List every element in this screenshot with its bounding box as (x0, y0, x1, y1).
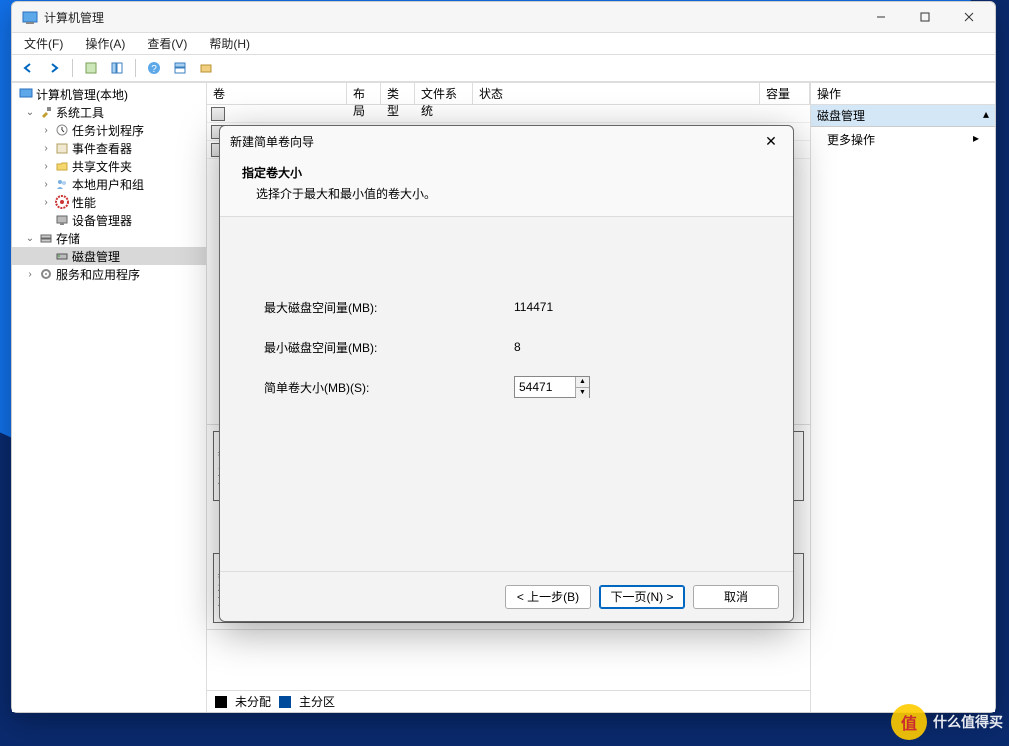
view2-icon[interactable] (105, 57, 129, 79)
chevron-down-icon[interactable]: ⌄ (24, 233, 36, 244)
col-filesystem[interactable]: 文件系统 (415, 83, 473, 104)
chevron-right-icon[interactable]: › (24, 269, 36, 280)
legend-unallocated-swatch (215, 696, 227, 708)
forward-icon[interactable] (42, 57, 66, 79)
tree-disk-management[interactable]: 磁盘管理 (12, 247, 206, 265)
close-button[interactable] (947, 3, 991, 31)
legend-primary: 主分区 (299, 693, 335, 710)
menu-help[interactable]: 帮助(H) (205, 33, 254, 54)
col-status[interactable]: 状态 (473, 83, 760, 104)
cancel-button[interactable]: 取消 (693, 585, 779, 609)
actions-more[interactable]: 更多操作 ▸ (811, 127, 995, 152)
grid-header: 卷 布局 类型 文件系统 状态 容量 (207, 83, 810, 105)
tree-services[interactable]: › 服务和应用程序 (12, 265, 206, 283)
folder-share-icon (54, 158, 70, 174)
users-icon (54, 176, 70, 192)
storage-icon (38, 230, 54, 246)
window-title: 计算机管理 (44, 9, 104, 26)
view3-icon[interactable] (168, 57, 192, 79)
performance-icon (54, 194, 70, 210)
wizard-dialog: 新建简单卷向导 ✕ 指定卷大小 选择介于最大和最小值的卷大小。 最大磁盘空间量(… (219, 125, 794, 622)
triangle-right-icon: ▸ (973, 131, 979, 148)
chevron-right-icon[interactable]: › (40, 179, 52, 190)
min-space-value: 8 (514, 340, 521, 354)
dialog-body: 最大磁盘空间量(MB): 114471 最小磁盘空间量(MB): 8 简单卷大小… (220, 216, 793, 571)
tree-local-users[interactable]: › 本地用户和组 (12, 175, 206, 193)
tree-panel: 计算机管理(本地) ⌄ 系统工具 › 任务计划程序 › 事件查看器 › 共享文件… (12, 83, 207, 712)
tree-root[interactable]: 计算机管理(本地) (12, 85, 206, 103)
triangle-up-icon: ▴ (983, 107, 989, 124)
volume-size-label: 简单卷大小(MB)(S): (264, 379, 514, 396)
dialog-footer: < 上一步(B) 下一页(N) > 取消 (220, 571, 793, 621)
chevron-down-icon[interactable]: ⌄ (24, 107, 36, 118)
volume-size-spinner: ▲ ▼ (514, 376, 590, 398)
dialog-header: 指定卷大小 选择介于最大和最小值的卷大小。 (220, 156, 793, 216)
back-icon[interactable] (16, 57, 40, 79)
max-space-label: 最大磁盘空间量(MB): (264, 299, 514, 316)
tree-performance[interactable]: › 性能 (12, 193, 206, 211)
dialog-heading: 指定卷大小 (242, 164, 771, 181)
actions-panel: 操作 磁盘管理 ▴ 更多操作 ▸ (810, 83, 995, 712)
minimize-button[interactable] (859, 3, 903, 31)
view1-icon[interactable] (79, 57, 103, 79)
menubar: 文件(F) 操作(A) 查看(V) 帮助(H) (12, 32, 995, 54)
dialog-close-button[interactable]: ✕ (759, 133, 783, 150)
menu-file[interactable]: 文件(F) (20, 33, 67, 54)
tree-task-scheduler[interactable]: › 任务计划程序 (12, 121, 206, 139)
titlebar: 计算机管理 (12, 2, 995, 32)
tree-shared-folders[interactable]: › 共享文件夹 (12, 157, 206, 175)
chevron-right-icon[interactable]: › (40, 197, 52, 208)
dialog-titlebar: 新建简单卷向导 ✕ (220, 126, 793, 156)
services-icon (38, 266, 54, 282)
spin-up-button[interactable]: ▲ (576, 377, 589, 388)
dialog-subheading: 选择介于最大和最小值的卷大小。 (256, 185, 771, 202)
volume-row[interactable] (207, 105, 810, 123)
disk-icon (54, 248, 70, 264)
chevron-right-icon[interactable]: › (40, 125, 52, 136)
spin-down-button[interactable]: ▼ (576, 388, 589, 398)
back-button[interactable]: < 上一步(B) (505, 585, 591, 609)
tree-storage[interactable]: ⌄ 存储 (12, 229, 206, 247)
col-type[interactable]: 类型 (381, 83, 415, 104)
settings-icon[interactable] (194, 57, 218, 79)
tools-icon (38, 104, 54, 120)
tree-system-tools[interactable]: ⌄ 系统工具 (12, 103, 206, 121)
help-icon[interactable]: ? (142, 57, 166, 79)
toolbar: ? (12, 54, 995, 82)
chevron-right-icon[interactable]: › (40, 161, 52, 172)
col-volume[interactable]: 卷 (207, 83, 347, 104)
app-icon (22, 9, 38, 25)
dialog-title: 新建简单卷向导 (230, 133, 314, 150)
volume-size-input[interactable] (515, 377, 575, 397)
maximize-button[interactable] (903, 3, 947, 31)
watermark-text: 什么值得买 (933, 712, 1003, 732)
col-capacity[interactable]: 容量 (760, 83, 810, 104)
actions-header: 操作 (811, 83, 995, 105)
next-button[interactable]: 下一页(N) > (599, 585, 685, 609)
max-space-value: 114471 (514, 300, 553, 314)
clock-icon (54, 122, 70, 138)
device-icon (54, 212, 70, 228)
legend-unallocated: 未分配 (235, 693, 271, 710)
watermark-icon: 值 (891, 704, 927, 740)
legend: 未分配 主分区 (207, 690, 810, 712)
actions-category[interactable]: 磁盘管理 ▴ (811, 105, 995, 127)
event-icon (54, 140, 70, 156)
min-space-label: 最小磁盘空间量(MB): (264, 339, 514, 356)
menu-view[interactable]: 查看(V) (143, 33, 191, 54)
menu-action[interactable]: 操作(A) (81, 33, 129, 54)
tree-event-viewer[interactable]: › 事件查看器 (12, 139, 206, 157)
watermark: 值 什么值得买 (891, 704, 1003, 740)
chevron-right-icon[interactable]: › (40, 143, 52, 154)
svg-text:?: ? (151, 64, 157, 75)
tree-device-manager[interactable]: 设备管理器 (12, 211, 206, 229)
legend-primary-swatch (279, 696, 291, 708)
computer-icon (18, 86, 34, 102)
col-layout[interactable]: 布局 (347, 83, 381, 104)
